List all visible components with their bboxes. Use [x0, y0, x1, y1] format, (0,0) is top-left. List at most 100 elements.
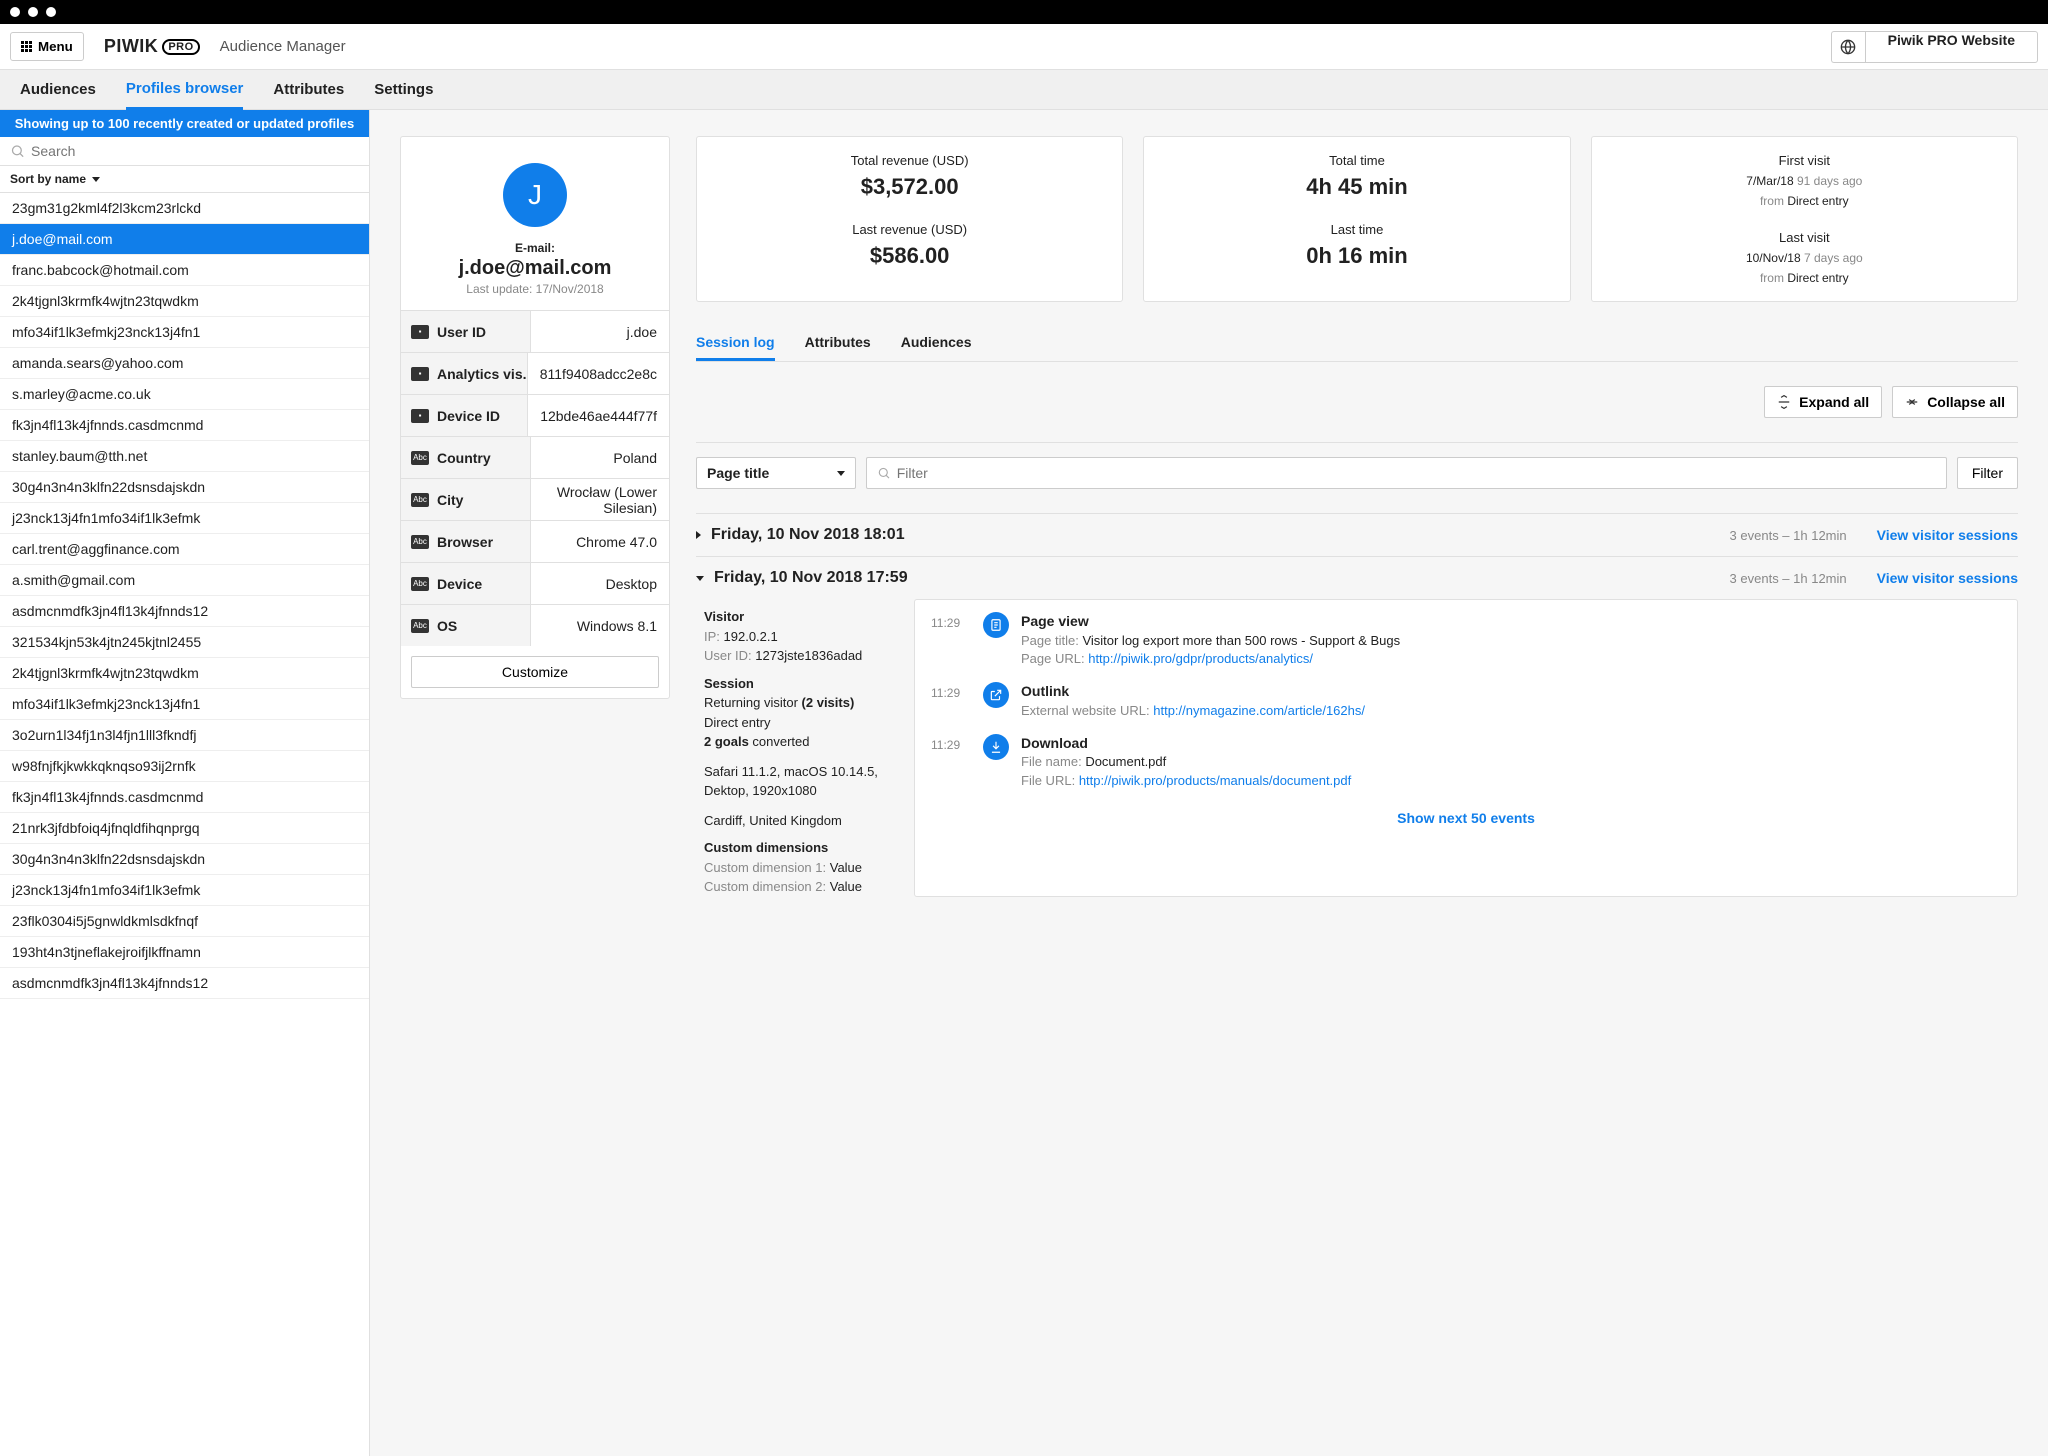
expand-all-button[interactable]: Expand all — [1764, 386, 1882, 418]
profile-list-item[interactable]: j23nck13j4fn1mfo34if1lk3efmk — [0, 875, 369, 906]
profile-list-item[interactable]: 23gm31g2kml4f2l3kcm23rlckd — [0, 193, 369, 224]
grid-icon — [21, 41, 32, 52]
stat-label: Last time — [1152, 222, 1561, 237]
profile-list-item[interactable]: w98fnjfkjkwkkqknqso93ij2rnfk — [0, 751, 369, 782]
traffic-light[interactable] — [10, 7, 20, 17]
profile-list-item[interactable]: carl.trent@aggfinance.com — [0, 534, 369, 565]
chevron-down-icon — [837, 471, 845, 476]
attribute-row: ▪User IDj.doe — [401, 310, 669, 352]
session-header[interactable]: Friday, 10 Nov 2018 18:013 events – 1h 1… — [696, 513, 2018, 556]
subnav-item-profiles-browser[interactable]: Profiles browser — [126, 70, 244, 110]
collapse-icon — [1905, 395, 1919, 409]
attribute-value: 12bde46ae444f77f — [528, 408, 669, 424]
profile-list-item[interactable]: mfo34if1lk3efmkj23nck13j4fn1 — [0, 689, 369, 720]
filter-type-select[interactable]: Page title — [696, 457, 856, 489]
subnav-item-attributes[interactable]: Attributes — [273, 71, 344, 108]
stat-value: 4h 45 min — [1152, 174, 1561, 200]
profile-list-item[interactable]: asdmcnmdfk3jn4fl13k4jfnnds12 — [0, 596, 369, 627]
stat-value: $3,572.00 — [705, 174, 1114, 200]
filter-button[interactable]: Filter — [1957, 457, 2018, 489]
view-sessions-link[interactable]: View visitor sessions — [1877, 527, 2018, 543]
filter-input[interactable] — [897, 465, 1936, 481]
search-input[interactable] — [31, 143, 359, 159]
search-icon — [10, 143, 25, 159]
subnav-item-audiences[interactable]: Audiences — [20, 71, 96, 108]
profile-list-item[interactable]: 30g4n3n4n3klfn22dsnsdajskdn — [0, 472, 369, 503]
tab-session-log[interactable]: Session log — [696, 326, 775, 361]
profile-list-item[interactable]: fk3jn4fl13k4jfnnds.casdmcnmd — [0, 782, 369, 813]
profile-list-item[interactable]: fk3jn4fl13k4jfnnds.casdmcnmd — [0, 410, 369, 441]
session-meta: 3 events – 1h 12min — [1730, 528, 1847, 543]
profile-list-item[interactable]: stanley.baum@tth.net — [0, 441, 369, 472]
text-type-icon: Abc — [411, 493, 429, 507]
sort-dropdown[interactable]: Sort by name — [0, 166, 369, 193]
event-link[interactable]: http://piwik.pro/products/manuals/docume… — [1079, 773, 1351, 788]
text-type-icon: Abc — [411, 577, 429, 591]
subnav-item-settings[interactable]: Settings — [374, 71, 433, 108]
last-updated: Last update: 17/Nov/2018 — [421, 282, 649, 296]
profile-list-item[interactable]: 2k4tjgnl3krmfk4wjtn23tqwdkm — [0, 658, 369, 689]
profile-list-item[interactable]: 193ht4n3tjneflakejroifjlkffnamn — [0, 937, 369, 968]
attribute-value: j.doe — [531, 324, 669, 340]
stat-label: Last revenue (USD) — [705, 222, 1114, 237]
event-row: 11:29DownloadFile name: Document.pdfFile… — [931, 734, 2001, 790]
site-selector[interactable]: Piwik PRO Website — [1865, 31, 2038, 63]
stat-card: First visit7/Mar/18 91 days agofrom Dire… — [1591, 136, 2018, 302]
globe-icon[interactable] — [1831, 31, 1865, 63]
attribute-label: Device ID — [437, 408, 500, 424]
profile-list-item[interactable]: s.marley@acme.co.uk — [0, 379, 369, 410]
attribute-label: City — [437, 492, 463, 508]
event-body: DownloadFile name: Document.pdfFile URL:… — [1021, 734, 2001, 790]
session-details: VisitorIP: 192.0.2.1User ID: 1273jste183… — [704, 599, 894, 897]
session-header[interactable]: Friday, 10 Nov 2018 17:593 events – 1h 1… — [696, 556, 2018, 599]
profile-list-item[interactable]: j.doe@mail.com — [0, 224, 369, 255]
search-row — [0, 137, 369, 166]
tab-attributes[interactable]: Attributes — [805, 326, 871, 361]
profile-list-item[interactable]: amanda.sears@yahoo.com — [0, 348, 369, 379]
tab-audiences[interactable]: Audiences — [901, 326, 972, 361]
text-type-icon: Abc — [411, 451, 429, 465]
email-label: E-mail: — [421, 241, 649, 255]
profile-list-item[interactable]: 3o2urn1l34fj1n3l4fjn1lll3fkndfj — [0, 720, 369, 751]
customize-button[interactable]: Customize — [411, 656, 659, 688]
stat-value: $586.00 — [705, 243, 1114, 269]
event-body: OutlinkExternal website URL: http://nyma… — [1021, 682, 2001, 720]
profile-list-item[interactable]: a.smith@gmail.com — [0, 565, 369, 596]
chevron-right-icon — [696, 531, 701, 539]
collapse-all-button[interactable]: Collapse all — [1892, 386, 2018, 418]
stats-row: Total revenue (USD)$3,572.00Last revenue… — [696, 136, 2018, 302]
text-type-icon: Abc — [411, 535, 429, 549]
profile-list-item[interactable]: franc.babcock@hotmail.com — [0, 255, 369, 286]
chevron-down-icon — [696, 576, 704, 581]
menu-button[interactable]: Menu — [10, 32, 84, 61]
attribute-label: Device — [437, 576, 482, 592]
event-time: 11:29 — [931, 682, 971, 700]
stat-label: First visit — [1600, 153, 2009, 168]
profile-list-item[interactable]: 321534kjn53k4jtn245kjtnl2455 — [0, 627, 369, 658]
attribute-label: Country — [437, 450, 491, 466]
profile-list-item[interactable]: 23flk0304i5j5gnwldkmlsdkfnqf — [0, 906, 369, 937]
attribute-value: Wrocław (Lower Silesian) — [531, 484, 669, 516]
view-sessions-link[interactable]: View visitor sessions — [1877, 570, 2018, 586]
text-type-icon: Abc — [411, 619, 429, 633]
attribute-row: ▪Device ID12bde46ae444f77f — [401, 394, 669, 436]
show-more-events[interactable]: Show next 50 events — [931, 804, 2001, 832]
email-value: j.doe@mail.com — [421, 257, 649, 280]
stat-card: Total time4h 45 minLast time0h 16 min — [1143, 136, 1570, 302]
profile-list-item[interactable]: 2k4tjgnl3krmfk4wjtn23tqwdkm — [0, 286, 369, 317]
profile-list-item[interactable]: 21nrk3jfdbfoiq4jfnqldfihqnprgq — [0, 813, 369, 844]
event-link[interactable]: http://nymagazine.com/article/162hs/ — [1153, 703, 1365, 718]
profile-list-item[interactable]: asdmcnmdfk3jn4fl13k4jfnnds12 — [0, 968, 369, 999]
traffic-light[interactable] — [46, 7, 56, 17]
attribute-value: Desktop — [531, 576, 669, 592]
event-link[interactable]: http://piwik.pro/gdpr/products/analytics… — [1088, 651, 1313, 666]
attribute-value: 811f9408adcc2e8c — [528, 366, 669, 382]
stat-value: 0h 16 min — [1152, 243, 1561, 269]
profile-list-item[interactable]: 30g4n3n4n3klfn22dsnsdajskdn — [0, 844, 369, 875]
traffic-light[interactable] — [28, 7, 38, 17]
main-content: J E-mail: j.doe@mail.com Last update: 17… — [370, 110, 2048, 1456]
profile-list-item[interactable]: j23nck13j4fn1mfo34if1lk3efmk — [0, 503, 369, 534]
stat-subline: 7/Mar/18 91 days ago — [1600, 174, 2009, 188]
attribute-row: AbcOSWindows 8.1 — [401, 604, 669, 646]
profile-list-item[interactable]: mfo34if1lk3efmkj23nck13j4fn1 — [0, 317, 369, 348]
